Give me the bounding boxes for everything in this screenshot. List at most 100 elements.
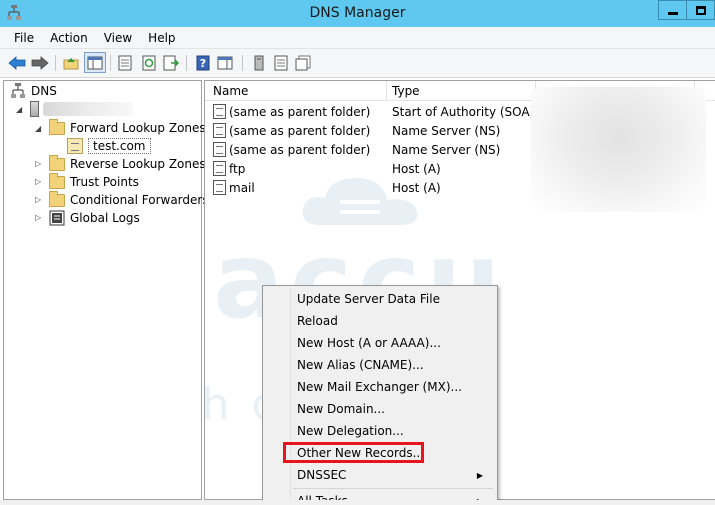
svg-text:?: ? — [200, 57, 206, 70]
list-button[interactable] — [272, 54, 290, 72]
tree-node-conditional-forwarders[interactable]: Conditional Forwarders — [49, 190, 209, 209]
back-button[interactable] — [8, 54, 26, 72]
tree-label: Conditional Forwarders — [70, 193, 209, 207]
record-name: (same as parent folder) — [229, 123, 371, 138]
menu-item-label: DNSSEC — [297, 468, 347, 482]
show-hide-action-pane-icon — [217, 56, 233, 70]
help-icon: ? — [196, 55, 210, 71]
record-icon — [213, 180, 226, 195]
table-row[interactable]: ftp Host (A) — [205, 159, 535, 178]
folder-icon — [49, 154, 65, 171]
record-type: Name Server (NS) — [392, 123, 501, 138]
refresh-icon — [142, 55, 156, 71]
record-name: ftp — [229, 161, 246, 176]
properties-button[interactable] — [116, 54, 134, 72]
tree-node-test-com[interactable]: test.com — [67, 137, 151, 155]
menu-item-new-host[interactable]: New Host (A or AAAA)... — [297, 333, 441, 353]
menu-bar: File Action View Help — [0, 27, 715, 49]
show-hide-action-pane-button[interactable] — [216, 54, 234, 72]
record-type: Start of Authority (SOA) — [392, 104, 535, 119]
toolbar: ? — [0, 49, 715, 78]
menu-item-new-mail-exchanger[interactable]: New Mail Exchanger (MX)... — [297, 377, 462, 397]
server-icon — [30, 101, 39, 117]
log-icon — [49, 210, 65, 226]
menu-view[interactable]: View — [96, 31, 140, 45]
folder-icon — [49, 172, 65, 189]
properties-icon — [118, 55, 132, 71]
tree-node-dns[interactable]: DNS — [10, 82, 57, 100]
server-icon — [254, 55, 264, 71]
menu-item-reload[interactable]: Reload — [297, 311, 338, 331]
redacted-server-name — [43, 102, 133, 116]
table-row[interactable]: (same as parent folder) Name Server (NS) — [205, 121, 535, 140]
menu-action[interactable]: Action — [42, 31, 96, 45]
tree-node-reverse-lookup-zones[interactable]: Reverse Lookup Zones — [49, 154, 206, 173]
show-hide-console-tree-button[interactable] — [84, 52, 106, 73]
folder-icon — [49, 118, 65, 135]
table-row[interactable]: (same as parent folder) Name Server (NS) — [205, 140, 535, 159]
dns-icon — [11, 83, 25, 98]
collapse-icon[interactable]: ◢ — [35, 124, 41, 133]
status-strip — [0, 500, 715, 505]
up-folder-icon — [63, 58, 79, 70]
context-menu: Update Server Data File Reload New Host … — [262, 285, 498, 505]
window-title: DNS Manager — [309, 5, 406, 21]
redacted-data-column — [531, 87, 706, 212]
tree-label-dns: DNS — [31, 84, 57, 98]
collapse-icon[interactable]: ◢ — [16, 105, 22, 114]
menu-item-new-delegation[interactable]: New Delegation... — [297, 421, 404, 441]
copy-button[interactable] — [294, 54, 312, 72]
title-bar: DNS Manager — [0, 0, 715, 27]
export-list-icon — [163, 55, 179, 71]
expand-icon[interactable]: ▷ — [35, 195, 41, 204]
menu-help[interactable]: Help — [140, 31, 183, 45]
expand-icon[interactable]: ▷ — [35, 159, 41, 168]
up-one-level-button[interactable] — [62, 54, 80, 72]
forward-arrow-icon — [31, 56, 49, 70]
tree-node-server[interactable] — [30, 100, 133, 118]
table-row[interactable]: mail Host (A) — [205, 178, 535, 197]
highlight-annotation — [283, 442, 424, 463]
menu-item-new-domain[interactable]: New Domain... — [297, 399, 385, 419]
tree-label: Reverse Lookup Zones — [70, 157, 206, 171]
column-header-name[interactable]: Name — [213, 84, 248, 98]
list-icon — [274, 55, 288, 71]
tree-label: Trust Points — [70, 175, 139, 189]
server-button[interactable] — [250, 54, 268, 72]
show-hide-console-tree-icon — [87, 56, 103, 69]
tree-label: Forward Lookup Zones — [70, 121, 206, 135]
tree-node-global-logs[interactable]: Global Logs — [49, 209, 140, 227]
minimize-button[interactable] — [658, 0, 686, 20]
back-arrow-icon — [8, 56, 26, 70]
tree-label: Global Logs — [70, 211, 140, 225]
maximize-button[interactable] — [686, 0, 715, 20]
record-type: Host (A) — [392, 161, 441, 176]
maximize-icon — [695, 5, 706, 15]
console-tree: DNS ◢ ◢ Forward Lookup Zones test.com ▷ … — [3, 80, 209, 500]
record-name: mail — [229, 180, 255, 195]
table-row[interactable]: (same as parent folder) Start of Authori… — [205, 102, 535, 121]
menu-item-new-alias[interactable]: New Alias (CNAME)... — [297, 355, 424, 375]
menu-item-update-server-data-file[interactable]: Update Server Data File — [297, 289, 440, 309]
tree-label: test.com — [88, 138, 151, 154]
column-header-type[interactable]: Type — [392, 84, 420, 98]
copy-icon — [295, 55, 311, 71]
expand-icon[interactable]: ▷ — [35, 213, 41, 222]
tree-node-forward-lookup-zones[interactable]: Forward Lookup Zones — [49, 118, 206, 137]
minimize-icon — [667, 11, 678, 15]
record-icon — [213, 104, 226, 119]
record-icon — [213, 142, 226, 157]
tree-node-trust-points[interactable]: Trust Points — [49, 172, 139, 191]
expand-icon[interactable]: ▷ — [35, 177, 41, 186]
record-type: Name Server (NS) — [392, 142, 501, 157]
help-button[interactable]: ? — [194, 54, 212, 72]
record-type: Host (A) — [392, 180, 441, 195]
menu-file[interactable]: File — [0, 31, 42, 45]
forward-button[interactable] — [31, 54, 49, 72]
refresh-button[interactable] — [140, 54, 158, 72]
submenu-arrow-icon: ▶ — [476, 470, 483, 480]
zone-icon — [67, 138, 83, 154]
folder-icon — [49, 190, 65, 207]
menu-item-dnssec[interactable]: DNSSEC ▶ — [297, 465, 493, 485]
export-list-button[interactable] — [162, 54, 180, 72]
